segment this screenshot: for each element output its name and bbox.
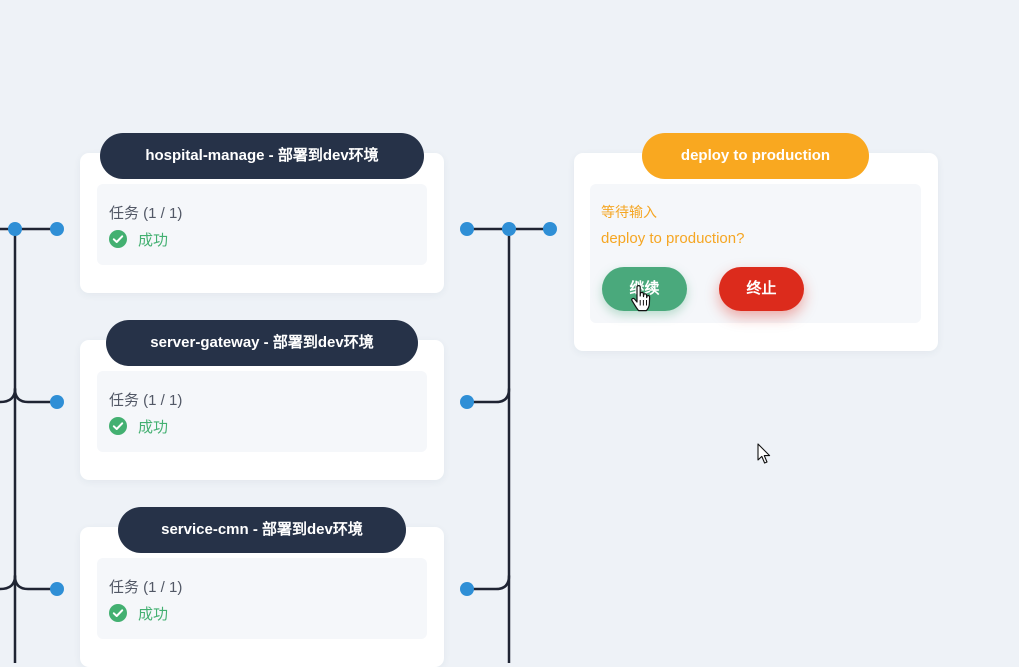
stage-title-server-gateway[interactable]: server-gateway - 部署到dev环境 xyxy=(106,320,418,366)
connector-node xyxy=(50,582,64,596)
task-summary[interactable]: 任务 (1 / 1) 成功 xyxy=(97,371,427,452)
status-text: 成功 xyxy=(138,231,169,249)
status-text: 成功 xyxy=(138,605,169,623)
task-count: 任务 (1 / 1) xyxy=(109,205,183,222)
connector-node xyxy=(502,222,516,236)
input-message: deploy to production? xyxy=(601,230,745,247)
status-text: 成功 xyxy=(138,418,169,436)
stage-card-deploy-to-production[interactable]: 等待输入 deploy to production? 继续 终止 xyxy=(574,153,938,351)
task-summary[interactable]: 任务 (1 / 1) 成功 xyxy=(97,184,427,265)
connector-node xyxy=(460,582,474,596)
abort-button[interactable]: 终止 xyxy=(719,267,804,311)
connector-line xyxy=(0,387,17,404)
stage-title-service-cmn[interactable]: service-cmn - 部署到dev环境 xyxy=(118,507,406,553)
connector-node xyxy=(8,222,22,236)
stage-title-hospital-manage[interactable]: hospital-manage - 部署到dev环境 xyxy=(100,133,424,179)
connector-node xyxy=(50,395,64,409)
task-status: 成功 xyxy=(109,603,168,623)
task-summary[interactable]: 任务 (1 / 1) 成功 xyxy=(97,558,427,639)
input-request-panel: 等待输入 deploy to production? 继续 终止 xyxy=(590,184,921,323)
check-circle-icon xyxy=(109,604,127,622)
connector-node xyxy=(543,222,557,236)
connector-line xyxy=(0,574,17,591)
connector-node xyxy=(460,395,474,409)
mouse-cursor-icon xyxy=(757,443,771,464)
task-status: 成功 xyxy=(109,229,168,249)
task-count: 任务 (1 / 1) xyxy=(109,579,183,596)
stage-title-deploy-to-production[interactable]: deploy to production xyxy=(642,133,869,179)
connector-node xyxy=(460,222,474,236)
task-status: 成功 xyxy=(109,416,168,436)
check-circle-icon xyxy=(109,230,127,248)
task-count: 任务 (1 / 1) xyxy=(109,392,183,409)
input-state-label: 等待输入 xyxy=(601,204,657,220)
check-circle-icon xyxy=(109,417,127,435)
hand-pointer-icon xyxy=(631,285,651,312)
connector-node xyxy=(50,222,64,236)
